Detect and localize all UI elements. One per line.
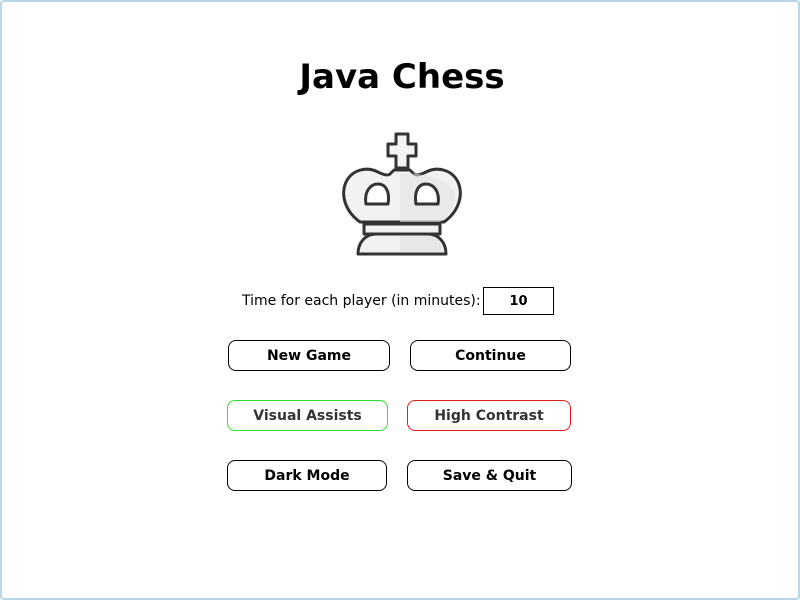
timer-label: Time for each player (in minutes): <box>242 293 481 309</box>
dark-mode-button[interactable]: Dark Mode <box>227 460 387 491</box>
timer-minutes-input[interactable] <box>483 287 554 315</box>
save-and-quit-button[interactable]: Save & Quit <box>407 460 572 491</box>
visual-assists-button[interactable]: Visual Assists <box>227 400 388 431</box>
chess-king-icon <box>342 132 462 256</box>
app-title: Java Chess <box>299 57 505 97</box>
new-game-button[interactable]: New Game <box>228 340 390 371</box>
continue-button[interactable]: Continue <box>410 340 571 371</box>
high-contrast-button[interactable]: High Contrast <box>407 400 571 431</box>
main-window: Java Chess Time for each player (in minu… <box>0 0 800 600</box>
